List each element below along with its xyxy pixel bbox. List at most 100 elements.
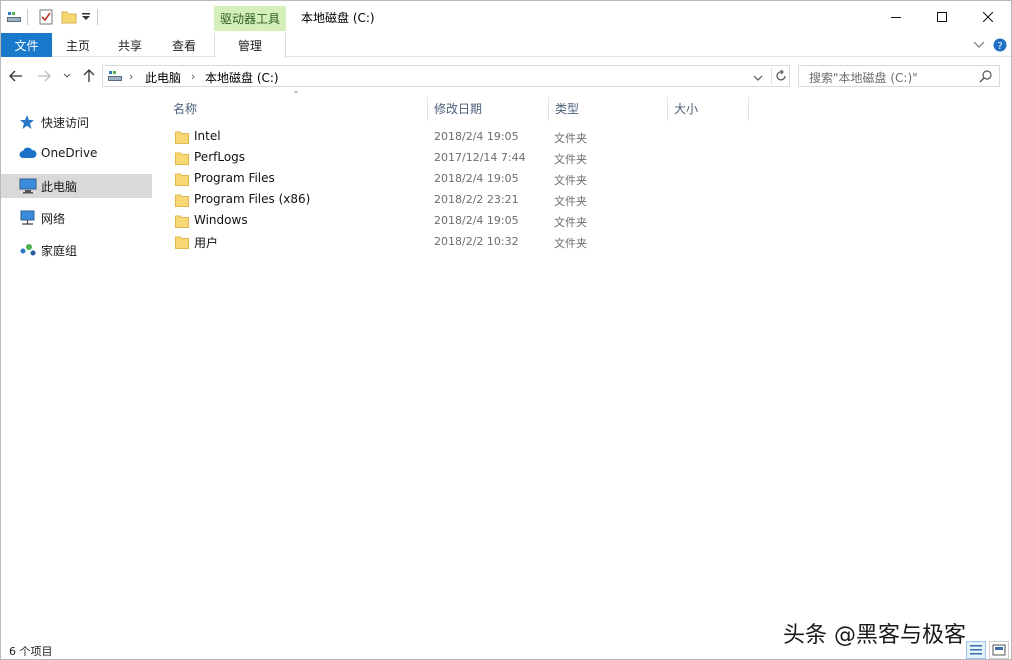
computer-icon <box>19 178 37 194</box>
up-button[interactable] <box>81 67 97 85</box>
nav-item-onedrive[interactable]: OneDrive <box>1 142 152 166</box>
file-date: 2018/2/2 23:21 <box>434 193 519 206</box>
arrow-right-icon <box>38 70 51 82</box>
chevron-down-icon <box>753 75 763 81</box>
details-view-button[interactable] <box>966 641 986 659</box>
file-date: 2017/12/14 7:44 <box>434 151 526 164</box>
file-date: 2018/2/4 19:05 <box>434 214 519 227</box>
file-type: 文件夹 <box>554 174 587 187</box>
folder-icon <box>175 193 189 207</box>
address-dropdown-button[interactable] <box>753 71 763 85</box>
file-name: 用户 <box>194 236 219 250</box>
file-name: Program Files <box>194 171 275 185</box>
close-button[interactable] <box>965 1 1011 33</box>
drive-icon <box>107 69 123 86</box>
network-icon <box>19 210 37 226</box>
file-type: 文件夹 <box>554 237 587 250</box>
file-row[interactable]: Program Files (x86) 2018/2/2 23:21 文件夹 <box>169 190 669 211</box>
file-type: 文件夹 <box>554 216 587 229</box>
back-button[interactable] <box>7 67 25 85</box>
breadcrumb-separator[interactable]: › <box>191 70 195 83</box>
nav-item-label: 快速访问 <box>41 116 90 130</box>
navigation-pane: 快速访问 OneDrive 此电脑 网络 家庭组 <box>1 97 161 637</box>
maximize-button[interactable] <box>919 1 965 33</box>
watermark-text: 头条 @黑客与极客 <box>783 623 966 648</box>
nav-item-label: 家庭组 <box>41 244 78 258</box>
tab-home[interactable]: 主页 <box>57 33 99 57</box>
maximize-icon <box>937 12 947 22</box>
svg-text:?: ? <box>997 41 1002 52</box>
file-date: 2018/2/4 19:05 <box>434 172 519 185</box>
tab-file[interactable]: 文件 <box>1 33 52 57</box>
nav-item-network[interactable]: 网络 <box>1 206 152 230</box>
breadcrumb-this-pc[interactable]: 此电脑 <box>145 69 181 86</box>
cloud-icon <box>19 146 37 162</box>
folder-icon <box>175 214 189 228</box>
file-row[interactable]: 用户 2018/2/2 10:32 文件夹 <box>169 232 669 253</box>
window-title: 本地磁盘 (C:) <box>301 11 375 25</box>
refresh-icon <box>776 69 786 81</box>
divider <box>27 9 28 25</box>
chevron-down-icon <box>973 41 985 48</box>
column-header-size[interactable]: 大小 <box>668 97 748 121</box>
arrow-left-icon <box>9 70 22 82</box>
folder-icon <box>175 172 189 186</box>
tab-view[interactable]: 查看 <box>163 33 205 57</box>
recent-locations-button[interactable] <box>61 67 73 85</box>
large-icons-view-icon <box>992 644 1006 656</box>
address-row: › 此电脑 › 本地磁盘 (C:) 搜索"本地磁盘 (C:)" <box>1 61 1011 91</box>
file-name: Windows <box>194 213 248 227</box>
search-input[interactable]: 搜索"本地磁盘 (C:)" <box>809 69 918 86</box>
large-icons-view-button[interactable] <box>989 641 1009 659</box>
divider <box>97 9 98 25</box>
status-item-count: 6 个项目 <box>9 645 53 658</box>
title-bar: 驱动器工具 本地磁盘 (C:) <box>1 1 1011 33</box>
minimize-button[interactable] <box>873 1 919 33</box>
nav-item-label: 网络 <box>41 212 66 226</box>
file-row[interactable]: PerfLogs 2017/12/14 7:44 文件夹 <box>169 148 669 169</box>
file-date: 2018/2/2 10:32 <box>434 235 519 248</box>
homegroup-icon <box>19 242 37 258</box>
divider <box>771 68 772 84</box>
file-type: 文件夹 <box>554 195 587 208</box>
address-bar[interactable]: › 此电脑 › 本地磁盘 (C:) <box>102 65 790 87</box>
file-date: 2018/2/4 19:05 <box>434 130 519 143</box>
new-folder-icon[interactable] <box>60 8 78 26</box>
file-row[interactable]: Intel 2018/2/4 19:05 文件夹 <box>169 127 669 148</box>
customize-quick-access-icon[interactable] <box>80 8 92 26</box>
close-icon <box>983 12 993 22</box>
breadcrumb-separator[interactable]: › <box>129 70 133 83</box>
search-box[interactable]: 搜索"本地磁盘 (C:)" <box>798 65 1000 87</box>
forward-button[interactable] <box>35 67 53 85</box>
help-button[interactable]: ? <box>993 38 1007 55</box>
nav-item-label: OneDrive <box>41 146 98 160</box>
search-icon[interactable] <box>979 69 993 86</box>
help-icon: ? <box>993 38 1007 52</box>
tab-share[interactable]: 共享 <box>109 33 151 57</box>
expand-ribbon-button[interactable] <box>973 39 985 53</box>
properties-icon[interactable] <box>37 8 55 26</box>
file-type: 文件夹 <box>554 132 587 145</box>
breadcrumb-local-disk[interactable]: 本地磁盘 (C:) <box>205 69 279 86</box>
column-header-type[interactable]: 类型 <box>549 97 667 121</box>
file-row[interactable]: Program Files 2018/2/4 19:05 文件夹 <box>169 169 669 190</box>
refresh-button[interactable] <box>775 69 787 86</box>
nav-item-label: 此电脑 <box>41 180 78 194</box>
file-name: PerfLogs <box>194 150 246 164</box>
arrow-up-icon <box>83 69 95 82</box>
nav-item-homegroup[interactable]: 家庭组 <box>1 238 152 262</box>
column-header-name[interactable]: 名称 <box>167 97 427 121</box>
drive-icon[interactable] <box>5 8 23 26</box>
nav-item-quick-access[interactable]: 快速访问 <box>1 110 152 134</box>
folder-icon <box>175 130 189 144</box>
explorer-window: 驱动器工具 本地磁盘 (C:) 文件 主页 共享 查看 管理 ? › 此电脑 ›… <box>0 0 1012 660</box>
tab-manage[interactable]: 管理 <box>214 33 286 58</box>
nav-item-this-pc[interactable]: 此电脑 <box>1 174 152 198</box>
column-header-date[interactable]: 修改日期 <box>428 97 548 121</box>
ribbon-tabs: 文件 主页 共享 查看 管理 ? <box>1 33 1011 58</box>
file-type: 文件夹 <box>554 153 587 166</box>
chevron-down-icon <box>63 73 71 78</box>
star-icon <box>19 114 37 130</box>
file-row[interactable]: Windows 2018/2/4 19:05 文件夹 <box>169 211 669 232</box>
column-divider[interactable] <box>748 97 749 121</box>
